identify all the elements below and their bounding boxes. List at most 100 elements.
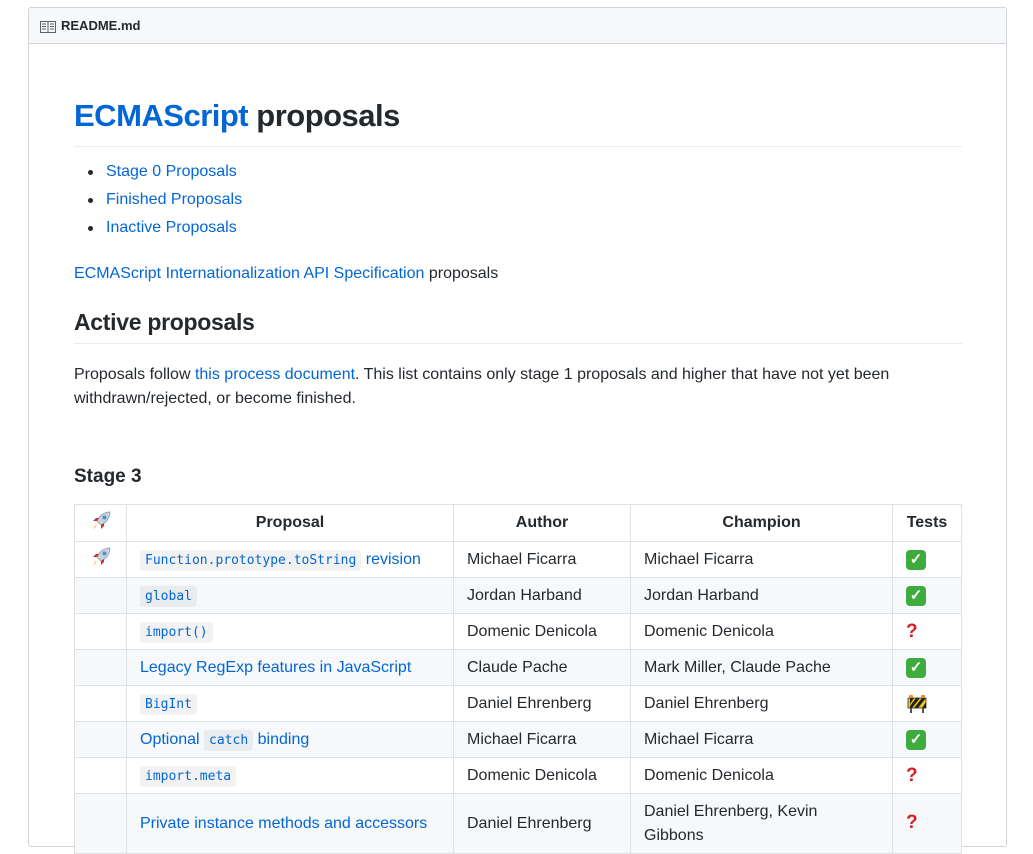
table-row: import.meta Domenic Denicola Domenic Den…: [74, 757, 962, 794]
proposal-link[interactable]: global: [140, 585, 197, 607]
proposal-link-text: Optional: [140, 730, 205, 748]
proposal-link[interactable]: Function.prototype.toString revision: [140, 549, 421, 571]
code-span: import(): [140, 621, 213, 643]
proposal-link[interactable]: Private instance methods and accessors: [140, 815, 427, 832]
readme-panel: README.md ECMAScript proposals Stage 0 P…: [28, 7, 1007, 854]
rocket-icon: [90, 546, 112, 573]
tests-cell: ✓: [892, 649, 962, 686]
tests-cell: [892, 685, 962, 722]
rocket-cell: [74, 721, 127, 758]
proposal-cell: global: [126, 577, 454, 614]
table-row: Optional catch binding Michael Ficarra M…: [74, 721, 962, 758]
tests-column-header: Tests: [892, 504, 962, 542]
proposal-link[interactable]: import.meta: [140, 765, 237, 787]
proposal-cell: import.meta: [126, 757, 454, 794]
author-cell: Domenic Denicola: [453, 757, 631, 794]
proposal-cell: Private instance methods and accessors: [126, 793, 454, 854]
author-cell: Michael Ficarra: [453, 721, 631, 758]
rocket-cell: [74, 757, 127, 794]
author-cell: Domenic Denicola: [453, 613, 631, 650]
proposal-link-text: revision: [361, 550, 421, 568]
file-title: README.md: [61, 18, 141, 33]
stage0-link[interactable]: Stage 0 Proposals: [106, 163, 237, 180]
toc-list: Stage 0 Proposals Finished Proposals Ina…: [74, 158, 242, 242]
page-title-rest: proposals: [248, 98, 400, 133]
tests-cell: ?: [892, 793, 962, 854]
question-mark-icon: ?: [906, 620, 918, 642]
stage3-table: Proposal Author Champion Tests Function.…: [74, 504, 962, 854]
proposal-cell: Optional catch binding: [126, 721, 454, 758]
tests-cell: ✓: [892, 577, 962, 614]
intl-rest: proposals: [424, 265, 499, 282]
champion-column-header: Champion: [630, 504, 893, 542]
book-icon: [40, 20, 56, 33]
rocket-cell: [74, 577, 127, 614]
rocket-cell: [74, 541, 127, 578]
champion-cell: Michael Ficarra: [630, 721, 893, 758]
table-row: Private instance methods and accessors D…: [74, 793, 962, 854]
page-title: ECMAScript proposals: [74, 96, 962, 147]
intl-line: ECMAScript Internationalization API Spec…: [74, 263, 498, 285]
check-mark-icon: ✓: [906, 549, 926, 570]
rocket-cell: [74, 613, 127, 650]
toc-item: Stage 0 Proposals: [87, 158, 242, 186]
proposal-link-text: binding: [253, 730, 310, 748]
author-cell: Daniel Ehrenberg: [453, 685, 631, 722]
question-mark-icon: ?: [906, 764, 918, 786]
table-row: BigInt Daniel Ehrenberg Daniel Ehrenberg: [74, 685, 962, 722]
proposal-link[interactable]: import(): [140, 621, 213, 643]
inactive-link[interactable]: Inactive Proposals: [106, 219, 237, 236]
rocket-icon: [90, 510, 112, 537]
check-mark-icon: ✓: [906, 585, 926, 606]
ecmascript-link[interactable]: ECMAScript: [74, 98, 249, 133]
para-before: Proposals follow: [74, 366, 195, 383]
active-proposals-heading: Active proposals: [74, 307, 962, 344]
check-mark-icon: ✓: [906, 657, 926, 678]
readme-header: README.md: [29, 8, 1006, 44]
author-cell: Daniel Ehrenberg: [453, 793, 631, 854]
champion-cell: Daniel Ehrenberg: [630, 685, 893, 722]
champion-cell: Michael Ficarra: [630, 541, 893, 578]
code-span: catch: [204, 729, 254, 751]
proposal-cell: Legacy RegExp features in JavaScript: [126, 649, 454, 686]
process-document-link[interactable]: this process document: [195, 366, 355, 383]
code-span: global: [140, 585, 197, 607]
rocket-header-cell: [74, 504, 127, 542]
table-row: Function.prototype.toString revision Mic…: [74, 541, 962, 578]
construction-icon: [906, 694, 928, 714]
proposal-cell: Function.prototype.toString revision: [126, 541, 454, 578]
tests-cell: ?: [892, 757, 962, 794]
intl-spec-link[interactable]: ECMAScript Internationalization API Spec…: [74, 265, 424, 282]
proposal-cell: BigInt: [126, 685, 454, 722]
author-column-header: Author: [453, 504, 631, 542]
toc-item: Inactive Proposals: [87, 214, 242, 242]
code-span: BigInt: [140, 693, 197, 715]
proposal-link[interactable]: Optional catch binding: [140, 729, 310, 751]
author-cell: Michael Ficarra: [453, 541, 631, 578]
champion-cell: Domenic Denicola: [630, 613, 893, 650]
champion-cell: Daniel Ehrenberg, Kevin Gibbons: [630, 793, 893, 854]
tests-cell: ✓: [892, 721, 962, 758]
process-paragraph: Proposals follow this process document. …: [74, 363, 962, 411]
proposal-link[interactable]: BigInt: [140, 693, 197, 715]
proposal-link[interactable]: Legacy RegExp features in JavaScript: [140, 659, 411, 676]
table-header-row: Proposal Author Champion Tests: [74, 504, 962, 542]
champion-cell: Mark Miller, Claude Pache: [630, 649, 893, 686]
tests-cell: ?: [892, 613, 962, 650]
proposal-column-header: Proposal: [126, 504, 454, 542]
champion-cell: Domenic Denicola: [630, 757, 893, 794]
author-cell: Claude Pache: [453, 649, 631, 686]
toc-item: Finished Proposals: [87, 186, 242, 214]
code-span: import.meta: [140, 765, 237, 787]
champion-cell: Jordan Harband: [630, 577, 893, 614]
proposal-cell: import(): [126, 613, 454, 650]
table-row: global Jordan Harband Jordan Harband ✓: [74, 577, 962, 614]
stage3-heading: Stage 3: [74, 466, 142, 487]
question-mark-icon: ?: [906, 812, 918, 833]
rocket-cell: [74, 649, 127, 686]
check-mark-icon: ✓: [906, 729, 926, 750]
table-row: import() Domenic Denicola Domenic Denico…: [74, 613, 962, 650]
author-cell: Jordan Harband: [453, 577, 631, 614]
finished-link[interactable]: Finished Proposals: [106, 191, 242, 208]
code-span: Function.prototype.toString: [140, 549, 362, 571]
